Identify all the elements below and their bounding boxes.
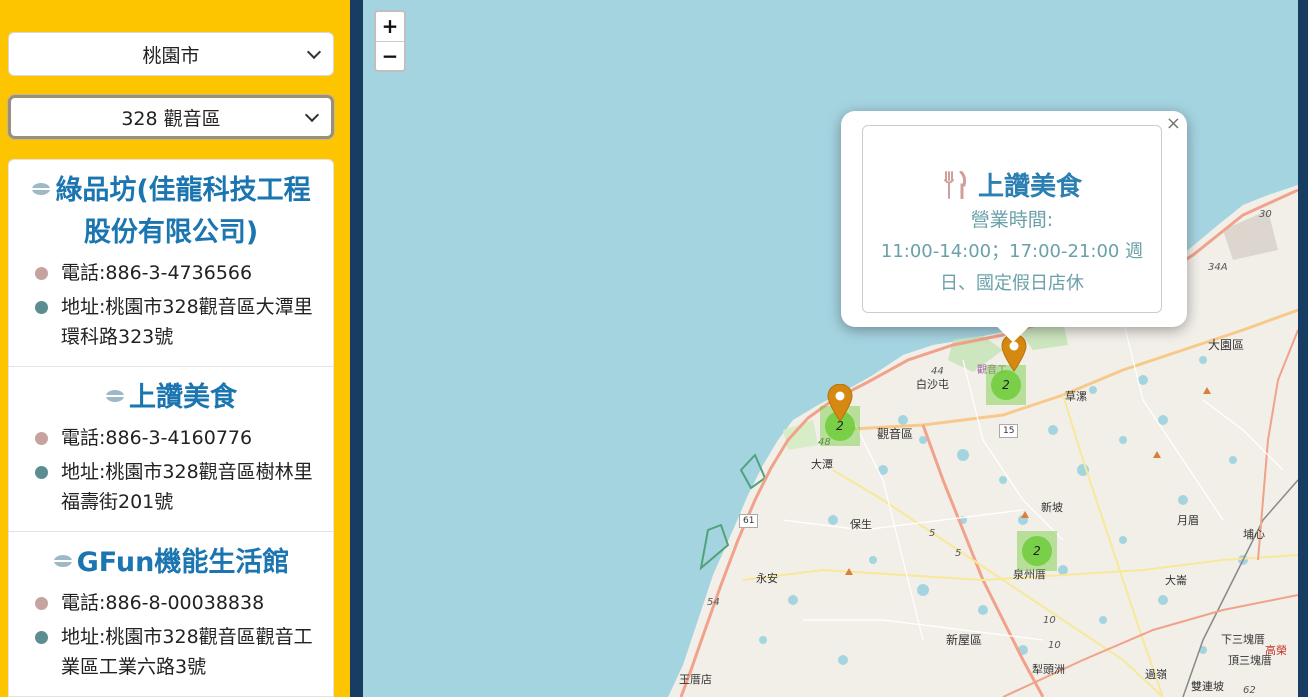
map-label: 月眉 [1177,514,1199,527]
road-number: 10 [1043,615,1056,626]
store-phone: 電話:886-3-4160776 [25,423,317,453]
store-card[interactable]: 上讚美食 電話:886-3-4160776 地址:桃園市328觀音區樹林里福壽街… [9,367,333,532]
zoom-control: + − [374,10,406,72]
location-icon [35,466,48,479]
map-tiles [668,185,1298,697]
close-icon[interactable]: × [1166,113,1181,134]
road-number: 10 [1048,640,1061,651]
map-label: 下三塊厝 [1221,633,1265,646]
store-card[interactable]: 綠品坊(佳龍科技工程股份有限公司) 電話:886-3-4736566 地址:桃園… [9,160,333,367]
popup-hours-label: 營業時間: [970,209,1054,231]
store-icon [32,182,51,195]
road-number: 44 [931,366,944,377]
map-right-border [1298,0,1308,697]
popup-title: 上讚美食 [863,166,1161,203]
city-select[interactable]: 桃園市 [8,32,334,76]
store-phone: 電話:886-3-4736566 [25,258,317,288]
map-label: 高榮 [1265,644,1287,657]
marker-cluster[interactable]: 2 [1017,531,1057,571]
map-label: 新屋區 [946,633,983,647]
chevron-down-icon [304,107,320,123]
popup-hours: 11:00-14:00；17:00-21:00 週日、國定假日店休 [880,241,1144,294]
road-number: 5 [955,548,962,559]
phone-icon [35,597,48,610]
map-pin-icon[interactable] [827,384,853,422]
zoom-in-button[interactable]: + [376,12,404,42]
district-select[interactable]: 328 觀音區 [8,95,334,139]
map-label: 犁頭洲 [1032,663,1065,676]
map-label: 保生 [850,518,872,531]
store-card[interactable]: GFun機能生活館 電話:886-8-00038838 地址:桃園市328觀音區… [9,532,333,697]
phone-icon [35,432,48,445]
store-name[interactable]: 上讚美食 [25,377,317,419]
map-label: 永安 [756,572,778,585]
cutlery-icon [943,170,967,199]
map-label: 白沙屯 [916,378,949,391]
map-label: 雙連坡 [1191,680,1224,693]
store-name[interactable]: GFun機能生活館 [25,542,317,584]
popup-content: 上讚美食 營業時間: 11:00-14:00；17:00-21:00 週日、國定… [862,125,1162,313]
store-name[interactable]: 綠品坊(佳龍科技工程股份有限公司) [25,170,317,254]
map-label: 王厝店 [679,673,712,686]
city-select-value: 桃園市 [142,44,200,67]
store-icon [53,554,72,567]
location-icon [35,301,48,314]
road-shield: 15 [999,424,1019,438]
road-number: 30 [1259,209,1272,220]
store-address: 地址:桃園市328觀音區大潭里環科路323號 [25,292,317,352]
store-icon [106,389,124,402]
sidebar: 桃園市 328 觀音區 綠品坊(佳龍科技工程股份有限公司) 電話:886-3-4… [0,0,350,697]
store-list[interactable]: 綠品坊(佳龍科技工程股份有限公司) 電話:886-3-4736566 地址:桃園… [8,159,334,697]
map[interactable]: 白沙屯 觀音工 草漯 觀音區 大潭 大園區 新坡 保生 泉州厝 月眉 永安 大崙… [363,0,1298,697]
store-phone: 電話:886-8-00038838 [25,588,317,618]
chevron-down-icon [306,44,322,60]
map-label: 埔心 [1243,528,1265,541]
map-label: 過嶺 [1145,668,1167,681]
panel-divider [350,0,363,697]
district-select-value: 328 觀音區 [121,107,221,130]
road-number: 62 [1243,685,1256,696]
map-label: 大崙 [1165,574,1187,587]
store-address: 地址:桃園市328觀音區觀音工業區工業六路3號 [25,622,317,682]
zoom-out-button[interactable]: − [376,42,404,71]
map-label: 觀音區 [877,427,914,441]
map-label: 草漯 [1065,390,1087,403]
map-label: 大園區 [1208,338,1245,352]
road-number: 34A [1208,262,1228,273]
phone-icon [35,267,48,280]
store-popup: × 上讚美食 營業時間: 11:00-14:00；17:00-21:00 週日、… [841,111,1187,343]
road-shield: 61 [739,514,759,528]
road-number: 54 [707,597,720,608]
road-number: 5 [929,528,936,539]
store-address: 地址:桃園市328觀音區樹林里福壽街201號 [25,457,317,517]
location-icon [35,631,48,644]
map-label: 新坡 [1041,501,1063,514]
map-label: 大潭 [811,458,833,471]
